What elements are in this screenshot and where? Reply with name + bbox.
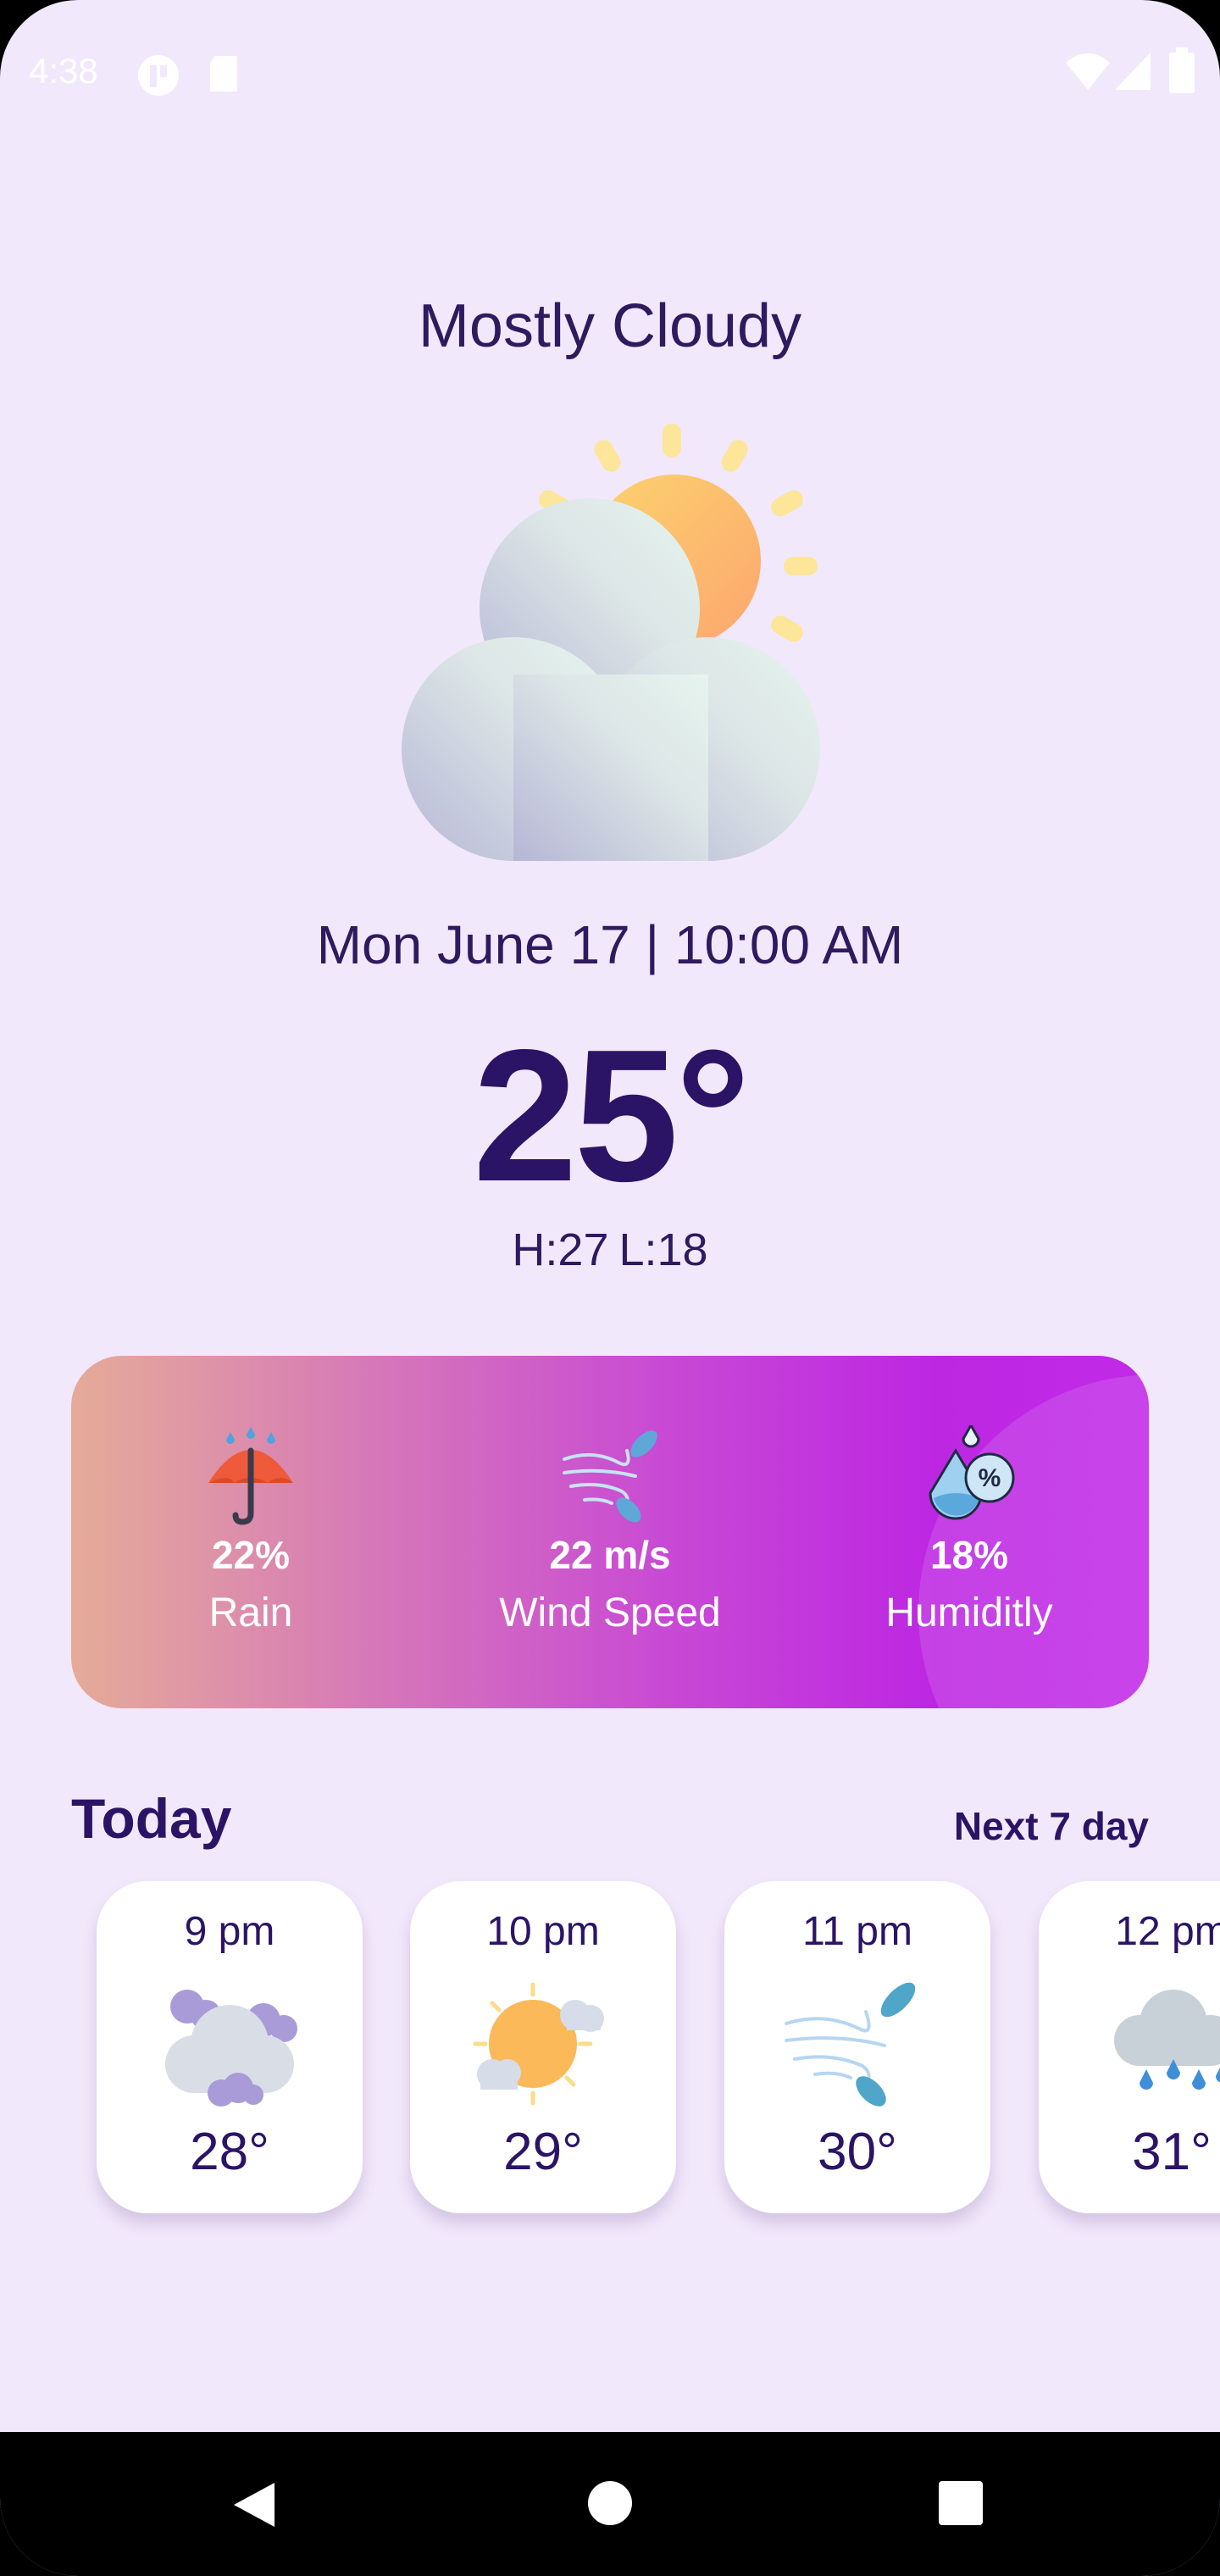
- home-icon[interactable]: [586, 2479, 634, 2527]
- hourly-card-9pm[interactable]: 9 pm 28°: [97, 1881, 363, 2213]
- humidity-value: 18%: [929, 1533, 1009, 1577]
- recents-icon[interactable]: [939, 2481, 983, 2525]
- battery-icon: [1169, 47, 1195, 93]
- signal-icon: [1115, 53, 1151, 90]
- hour-temperature: 31°: [1132, 2123, 1212, 2181]
- high-temperature: H:27: [512, 1224, 609, 1275]
- cloudy-icon: [165, 1990, 297, 2107]
- status-time: 4:38: [29, 51, 98, 91]
- wind-speed-value: 22 m/s: [549, 1533, 671, 1577]
- wifi-icon: [1066, 53, 1110, 90]
- date-time: Mon June 17 | 10:00 AM: [316, 914, 904, 975]
- hour-temperature: 29°: [503, 2123, 583, 2181]
- hour-temperature: 28°: [190, 2123, 269, 2181]
- rain-cloud-icon: [1114, 1990, 1220, 2090]
- wind-icon: [563, 1430, 657, 1523]
- hour-time: 11 pm: [802, 1909, 912, 1954]
- weather-stats-card: 22% Rain 22 m/s Wind Speed % 18% Humidit…: [71, 1356, 1149, 1708]
- humidity-label: Humiditly: [885, 1591, 1053, 1635]
- hour-time: 9 pm: [184, 1909, 275, 1954]
- wind-speed-label: Wind Speed: [499, 1591, 721, 1635]
- hourly-card-11pm[interactable]: 11 pm 30°: [724, 1881, 990, 2213]
- high-low-temperature: H:27 L:18: [0, 1224, 1220, 1276]
- phone-screen: 4:38 Mostly Cloudy Mon June 17 | 10:00 A…: [0, 0, 1220, 2576]
- rain-value: 22%: [211, 1533, 291, 1577]
- rain-label: Rain: [208, 1591, 293, 1635]
- humidity-icon: %: [929, 1425, 1015, 1520]
- svg-text:%: %: [979, 1464, 1001, 1492]
- stat-wind-speed: 22 m/s Wind Speed: [458, 1425, 762, 1636]
- weather-condition: Mostly Cloudy: [418, 292, 802, 360]
- sunny-cloud-icon: [473, 1982, 604, 2106]
- next-7-day-link[interactable]: Next 7 day: [915, 1803, 1149, 1849]
- wind-icon: [785, 1982, 916, 2107]
- hourly-card-12pm[interactable]: 12 pm 31°: [1039, 1881, 1220, 2213]
- stat-humidity: % 18% Humiditly: [817, 1425, 1122, 1636]
- hour-temperature: 30°: [818, 2123, 897, 2181]
- navigation-bar: [0, 2432, 1220, 2576]
- hourly-card-10pm[interactable]: 10 pm 29°: [410, 1881, 676, 2213]
- section-title-today: Today: [71, 1787, 232, 1850]
- app-notification-icon: [138, 55, 179, 96]
- current-temperature: 25°: [473, 1011, 751, 1221]
- umbrella-icon: [208, 1427, 293, 1525]
- back-icon[interactable]: [230, 2479, 278, 2530]
- partly-cloudy-icon: [402, 424, 820, 861]
- hour-time: 10 pm: [486, 1909, 600, 1954]
- sd-card-icon: [210, 56, 237, 92]
- stat-rain: 22% Rain: [98, 1425, 403, 1636]
- hour-time: 12 pm: [1115, 1909, 1220, 1954]
- low-temperature: L:18: [618, 1224, 708, 1275]
